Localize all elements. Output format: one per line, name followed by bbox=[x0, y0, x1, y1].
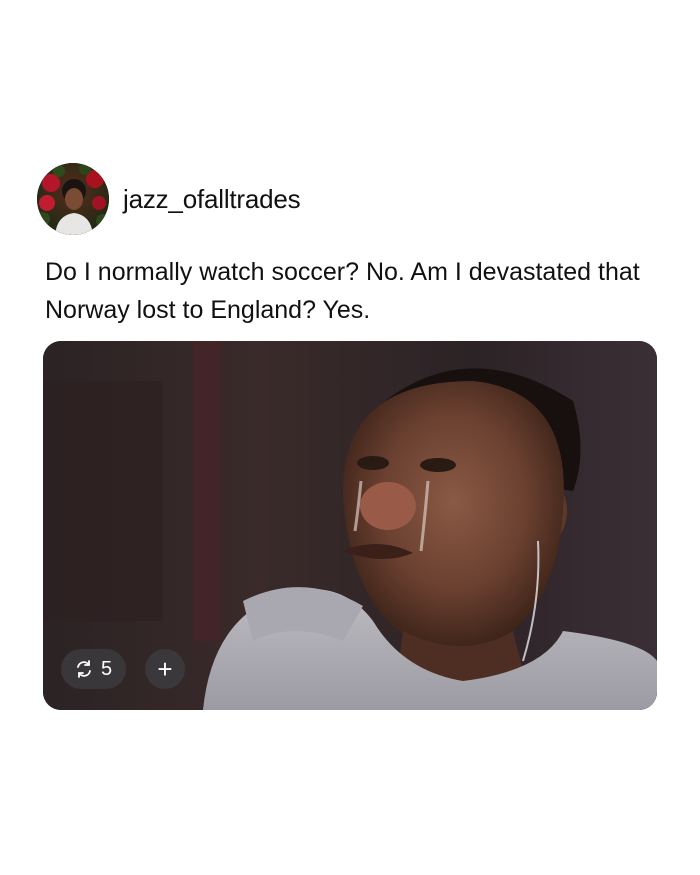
post-media[interactable]: 5 + bbox=[43, 341, 657, 710]
post-card: jazz_ofalltrades Do I normally watch soc… bbox=[0, 0, 700, 875]
repost-icon bbox=[74, 659, 94, 679]
repost-button[interactable]: 5 bbox=[61, 649, 127, 689]
add-button[interactable]: + bbox=[145, 649, 185, 689]
username[interactable]: jazz_ofalltrades bbox=[123, 184, 301, 215]
post-text: Do I normally watch soccer? No. Am I dev… bbox=[45, 258, 640, 324]
plus-icon: + bbox=[157, 654, 173, 684]
avatar-image bbox=[37, 163, 109, 235]
crying-man-photo bbox=[43, 341, 657, 710]
avatar[interactable] bbox=[37, 163, 109, 235]
repost-count: 5 bbox=[101, 657, 113, 680]
post-header: jazz_ofalltrades bbox=[37, 163, 301, 235]
